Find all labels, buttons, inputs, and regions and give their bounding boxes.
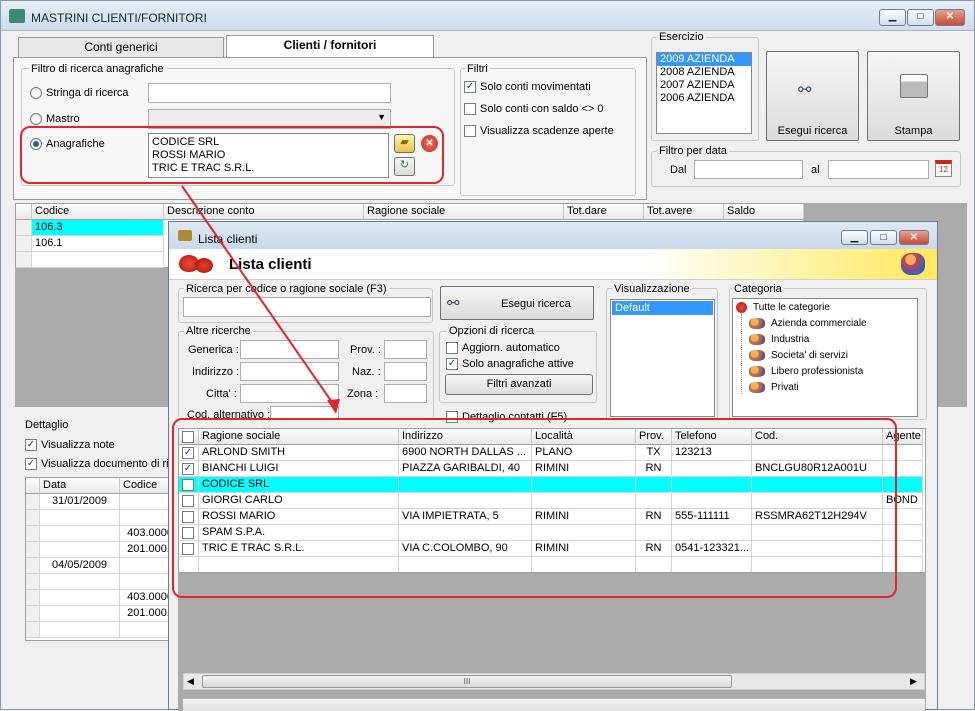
arrow-line — [181, 185, 337, 409]
annotation-arrow — [181, 185, 340, 414]
arrow-head — [327, 399, 340, 414]
